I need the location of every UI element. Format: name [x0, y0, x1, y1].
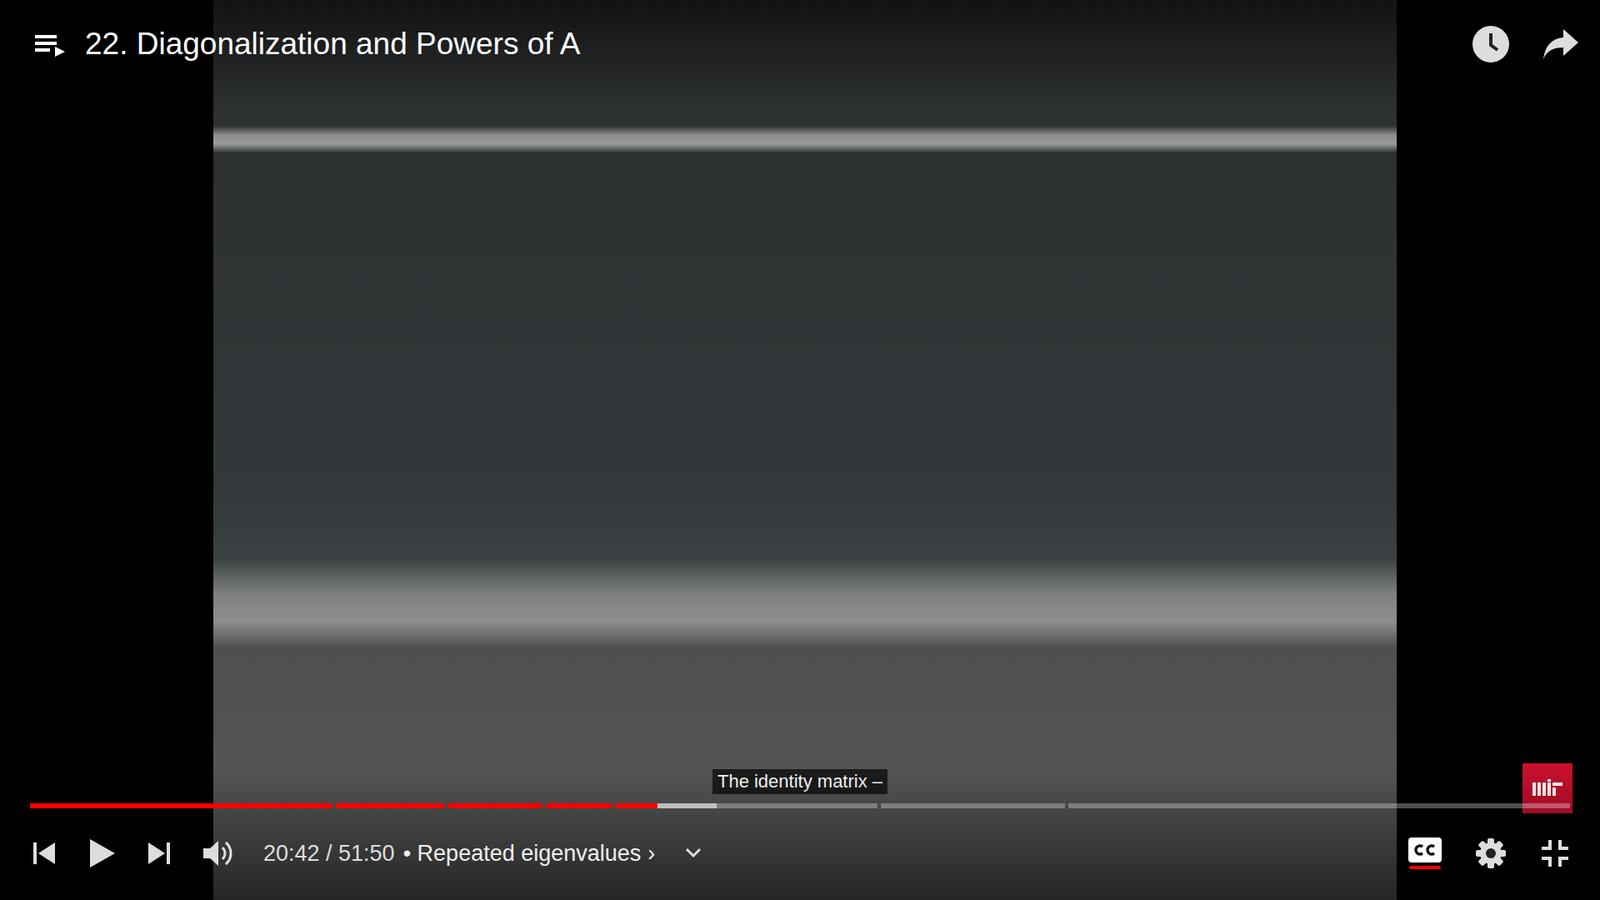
chapter-button[interactable]: • Repeated eigenvalues› — [403, 840, 656, 867]
captions-button[interactable] — [1408, 837, 1442, 870]
exit-fullscreen-icon[interactable] — [1540, 838, 1570, 869]
captions-on-indicator — [1409, 865, 1441, 870]
chapter-segment[interactable] — [448, 803, 543, 809]
control-bar: 20:42 / 51:50 • Repeated eigenvalues› — [0, 766, 1600, 900]
top-actions — [1471, 23, 1580, 65]
progress-fill — [335, 803, 445, 809]
next-icon[interactable] — [145, 839, 174, 868]
progress-fill — [615, 803, 658, 809]
chapter-segment[interactable] — [1068, 803, 1570, 809]
clock-icon[interactable] — [1471, 25, 1510, 64]
time-display: 20:42 / 51:50 — [263, 840, 395, 867]
play-icon[interactable] — [86, 836, 117, 870]
share-icon[interactable] — [1541, 27, 1580, 61]
video-title[interactable]: 22. Diagonalization and Powers of A — [85, 23, 1454, 65]
progress-bar[interactable] — [30, 803, 1570, 809]
gear-icon[interactable] — [1475, 837, 1507, 870]
progress-fill — [448, 803, 543, 809]
volume-icon[interactable] — [201, 838, 235, 869]
chapter-arrow[interactable]: › — [647, 840, 655, 867]
progress-fill — [30, 803, 333, 809]
chapter-segment[interactable] — [30, 803, 333, 809]
video-frame[interactable] — [213, 0, 1397, 900]
chapter-segment[interactable] — [615, 803, 879, 809]
controls-row: 20:42 / 51:50 • Repeated eigenvalues› — [30, 826, 1570, 880]
chevron-down-icon[interactable] — [683, 845, 704, 862]
right-controls — [1408, 837, 1570, 870]
progress-fill — [545, 803, 611, 809]
left-controls: 20:42 / 51:50 • Repeated eigenvalues› — [30, 836, 1409, 870]
previous-icon[interactable] — [30, 839, 59, 868]
time-chapter: 20:42 / 51:50 • Repeated eigenvalues› — [263, 840, 655, 867]
chapter-segment[interactable] — [880, 803, 1065, 809]
chapter-segment[interactable] — [335, 803, 445, 809]
captions-icon[interactable] — [1408, 837, 1442, 863]
chapter-segment[interactable] — [545, 803, 611, 809]
chapter-title[interactable]: • Repeated eigenvalues — [403, 840, 642, 867]
top-bar: 22. Diagonalization and Powers of A — [0, 0, 1600, 109]
playlist-icon[interactable] — [33, 23, 67, 65]
